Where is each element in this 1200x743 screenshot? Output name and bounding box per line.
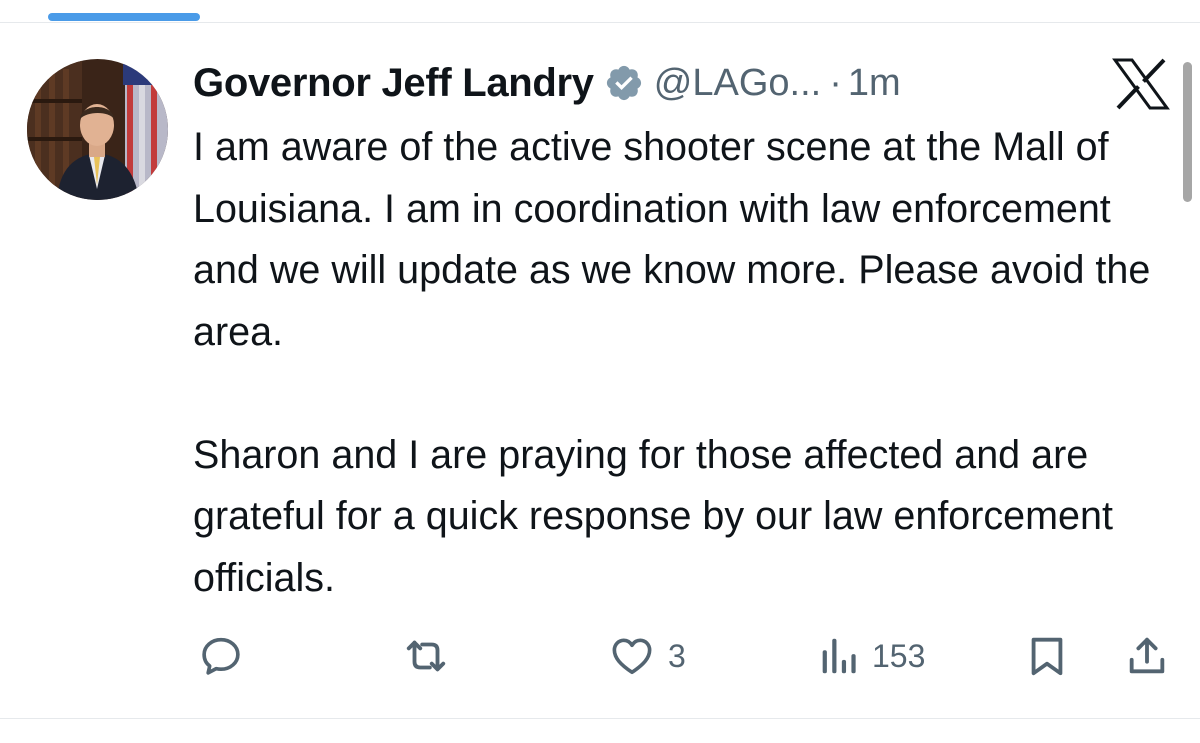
tweet-paragraph: Sharon and I are praying for those affec… xyxy=(193,432,1113,600)
tweet-text: I am aware of the active shooter scene a… xyxy=(193,117,1178,609)
tweet-header: Governor Jeff Landry @LAGo... · 1m xyxy=(193,56,901,110)
like-count: 3 xyxy=(668,637,686,674)
tweet-paragraph: I am aware of the active shooter scene a… xyxy=(193,125,1151,354)
x-logo-icon xyxy=(1112,58,1170,110)
verified-badge-icon xyxy=(604,63,644,103)
header-separator: · xyxy=(829,61,842,104)
top-divider xyxy=(0,22,1200,23)
bookmark-button[interactable] xyxy=(1024,628,1070,684)
views-icon xyxy=(816,633,860,679)
author-handle[interactable]: @LAGo... xyxy=(654,62,821,105)
avatar[interactable] xyxy=(27,59,168,200)
bottom-divider xyxy=(0,718,1200,719)
share-button[interactable] xyxy=(1124,628,1170,684)
repost-button[interactable] xyxy=(398,628,454,684)
author-display-name[interactable]: Governor Jeff Landry xyxy=(193,61,594,106)
like-button[interactable]: 3 xyxy=(608,628,686,684)
tweet-timestamp[interactable]: 1m xyxy=(848,62,901,105)
repost-icon xyxy=(398,633,454,679)
reply-button[interactable] xyxy=(198,628,244,684)
heart-icon xyxy=(608,633,656,679)
tab-indicator xyxy=(48,13,200,21)
views-count: 153 xyxy=(872,637,926,674)
comment-icon xyxy=(198,633,244,679)
scrollbar[interactable] xyxy=(1183,62,1192,202)
share-icon xyxy=(1124,633,1170,679)
views-button[interactable]: 153 xyxy=(816,628,925,684)
bookmark-icon xyxy=(1024,633,1070,679)
